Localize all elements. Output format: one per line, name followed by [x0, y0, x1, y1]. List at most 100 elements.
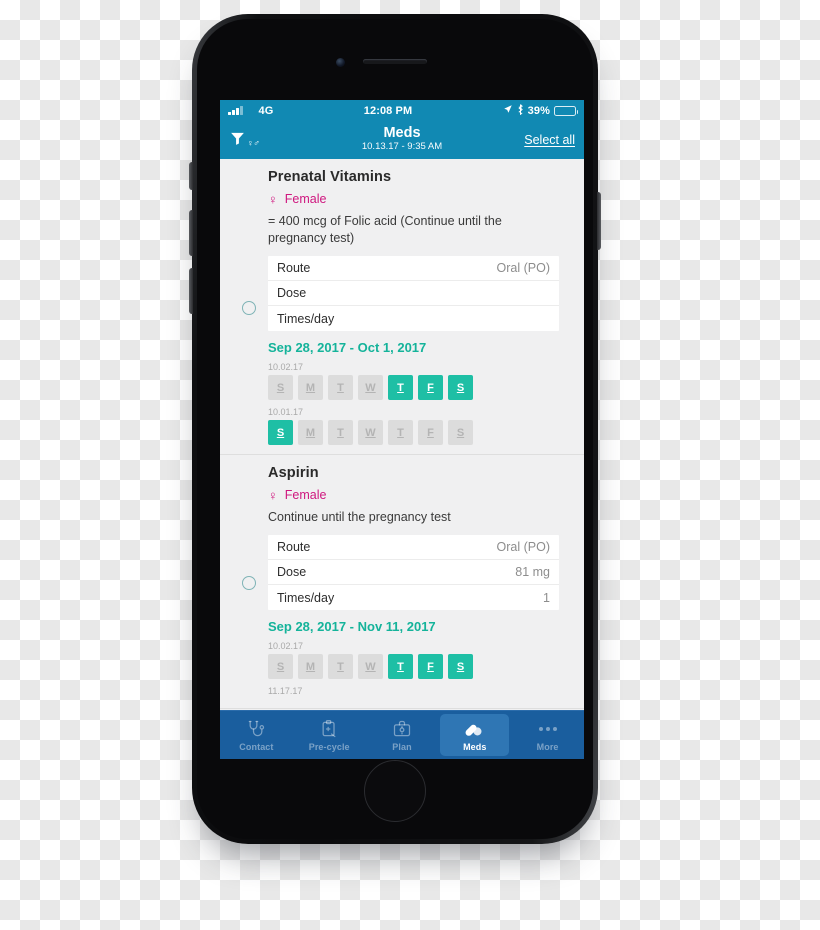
day-pill[interactable]: S: [268, 654, 293, 679]
day-pill[interactable]: T: [328, 420, 353, 445]
detail-row: Times/day: [268, 306, 559, 331]
day-pill[interactable]: F: [418, 375, 443, 400]
week-date-label: 10.02.17: [268, 362, 304, 372]
female-symbol-icon: ♀: [268, 487, 278, 503]
volume-down-button[interactable]: [189, 268, 193, 314]
earpiece-speaker: [363, 59, 427, 64]
tab-item-plan[interactable]: Plan: [368, 714, 437, 756]
tab-label: Meds: [463, 741, 487, 752]
gender-row: ♀ Female: [268, 192, 559, 206]
tab-bar: Contact Pre-cycle Plan Meds More: [220, 710, 584, 759]
detail-key: Times/day: [277, 311, 335, 326]
week-date-label: 11.17.17: [268, 686, 303, 696]
detail-value: Oral (PO): [496, 261, 550, 275]
tab-label: Pre-cycle: [308, 741, 350, 752]
day-pill[interactable]: S: [448, 375, 473, 400]
day-pill[interactable]: T: [328, 375, 353, 400]
detail-value: 1: [543, 590, 550, 605]
signal-bars-icon: [228, 106, 243, 115]
detail-row: Dose: [268, 281, 559, 306]
stethoscope-icon: [246, 719, 266, 740]
day-pill[interactable]: S: [448, 420, 473, 445]
week-day-pills: SMTWTFS: [268, 420, 559, 445]
day-pill[interactable]: S: [268, 375, 293, 400]
day-pill[interactable]: W: [358, 654, 383, 679]
tab-item-meds[interactable]: Meds: [440, 714, 510, 756]
week-day-pills: SMTWTFS: [268, 375, 559, 400]
volume-up-button[interactable]: [189, 210, 193, 256]
nav-bar: ♀♂ Meds 10.13.17 - 9:35 AM Select all: [220, 121, 584, 159]
radio-unchecked-icon[interactable]: [242, 300, 256, 315]
filter-button[interactable]: ♀♂: [229, 130, 260, 150]
battery-percent-label: 39%: [527, 104, 550, 117]
med-detail-table: Route Oral (PO) Dose 81 mg Times/day 1: [268, 535, 559, 610]
clipboard-icon: [319, 719, 339, 740]
week-block: 10.02.17 S M T W T F S: [268, 362, 559, 400]
tab-item-contact[interactable]: Contact: [222, 714, 291, 756]
battery-icon: [554, 105, 578, 116]
tab-label: Plan: [392, 741, 412, 752]
detail-key: Times/day: [277, 590, 335, 605]
week-day-pills: SMTWTFS: [268, 654, 559, 679]
day-pill[interactable]: T: [388, 375, 413, 400]
tab-item-pre-cycle[interactable]: Pre-cycle: [295, 714, 364, 756]
day-pill[interactable]: W: [358, 420, 383, 445]
gender-label: Female: [284, 192, 327, 206]
detail-key: Dose: [277, 565, 307, 579]
ellipsis-icon: [538, 719, 557, 740]
week-block: 10.02.17 S M T W T F S: [268, 641, 559, 679]
tab-item-more[interactable]: More: [513, 714, 582, 756]
detail-row: Route Oral (PO): [268, 256, 559, 281]
day-pill[interactable]: F: [418, 420, 443, 445]
med-name: Aspirin: [268, 465, 319, 481]
gender-label: Female: [284, 488, 327, 502]
day-pill[interactable]: T: [388, 654, 413, 679]
gender-filter-glyphs: ♀♂: [247, 138, 260, 148]
detail-row: Dose 81 mg: [268, 560, 559, 585]
med-date-range: Sep 28, 2017 - Nov 11, 2017: [268, 619, 436, 634]
day-pill[interactable]: F: [418, 654, 443, 679]
day-pill[interactable]: M: [298, 375, 323, 400]
phone-device-frame: 4G 12:08 PM 39% ♀♂ Meds 10.13.17 - 9:35 …: [189, 14, 601, 844]
day-pill[interactable]: T: [328, 654, 353, 679]
med-note: Continue until the pregnancy test: [268, 510, 451, 524]
power-button[interactable]: [597, 192, 601, 250]
meds-list[interactable]: Prenatal Vitamins ♀ Female = 400 mcg of Fol…: [220, 159, 584, 710]
page-root: 4G 12:08 PM 39% ♀♂ Meds 10.13.17 - 9:35 …: [0, 0, 820, 930]
filter-funnel-icon: [229, 130, 246, 150]
day-pill[interactable]: S: [268, 420, 293, 445]
briefcase-icon: [392, 719, 412, 740]
detail-value: 81 mg: [515, 565, 550, 579]
location-arrow-icon: [503, 104, 513, 117]
silent-switch[interactable]: [189, 162, 193, 190]
day-pill[interactable]: M: [298, 654, 323, 679]
week-block: 10.01.17 S M T W T F S: [268, 407, 559, 445]
week-block: 11.17.17: [268, 686, 559, 696]
detail-key: Dose: [277, 286, 307, 300]
detail-value: Oral (PO): [496, 540, 550, 554]
select-all-button[interactable]: Select all: [524, 133, 575, 147]
day-pill[interactable]: S: [448, 654, 473, 679]
home-button[interactable]: [364, 760, 426, 822]
week-date-label: 10.02.17: [268, 641, 304, 651]
med-card[interactable]: Prenatal Vitamins ♀ Female = 400 mcg of Fol…: [220, 159, 584, 455]
status-time: 12:08 PM: [363, 104, 413, 117]
med-name: Prenatal Vitamins: [268, 169, 392, 185]
detail-row: Route Oral (PO): [268, 535, 559, 560]
gender-row: ♀ Female: [268, 488, 559, 502]
front-camera: [336, 58, 345, 67]
med-card[interactable]: Aspirin ♀ Female Continue until the pregnan…: [220, 455, 584, 709]
day-pill[interactable]: T: [388, 420, 413, 445]
med-detail-table: Route Oral (PO) Dose Times/day: [268, 256, 559, 331]
week-date-label: 10.01.17: [268, 407, 304, 417]
day-pill[interactable]: M: [298, 420, 323, 445]
tab-label: More: [536, 741, 559, 752]
med-note: = 400 mcg of Folic acid (Continue until …: [268, 214, 502, 245]
bluetooth-icon: [517, 103, 524, 118]
day-pill[interactable]: W: [358, 375, 383, 400]
phone-screen: 4G 12:08 PM 39% ♀♂ Meds 10.13.17 - 9:35 …: [220, 100, 584, 759]
med-date-range: Sep 28, 2017 - Oct 1, 2017: [268, 340, 427, 355]
detail-key: Route: [277, 540, 311, 554]
radio-unchecked-icon[interactable]: [242, 575, 256, 590]
detail-key: Route: [277, 261, 311, 275]
